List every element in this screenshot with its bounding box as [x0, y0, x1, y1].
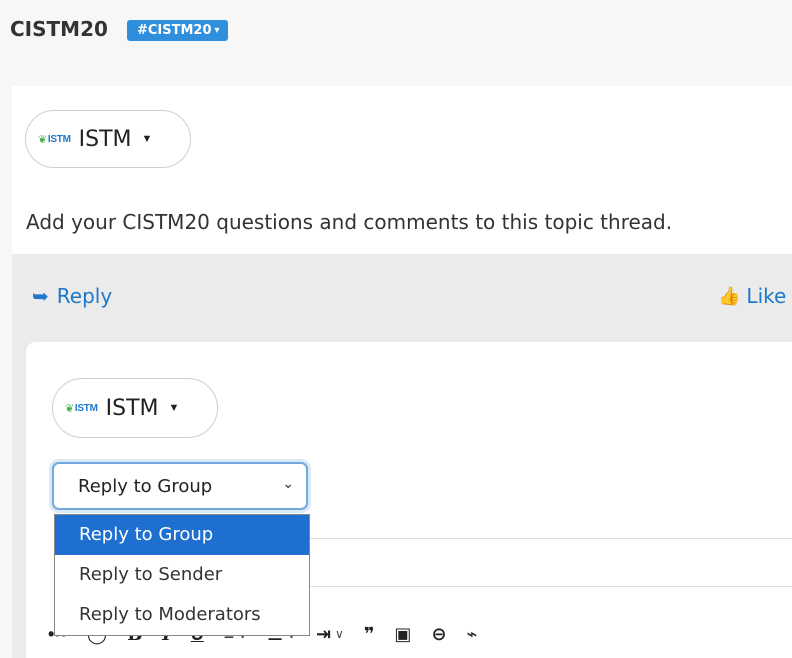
link-icon[interactable]: ⊖ [431, 624, 446, 645]
like-label: Like [746, 284, 787, 308]
field-divider [308, 538, 792, 539]
reply-to-dropdown: Reply to Group Reply to Sender Reply to … [54, 514, 310, 636]
page-title: CISTM20 [10, 17, 108, 41]
quote-icon[interactable]: ❞ [364, 624, 375, 645]
sprout-icon: ❦ [38, 133, 47, 146]
indent-icon: ⇥ [315, 623, 332, 644]
like-button[interactable]: 👍 Like [718, 284, 786, 308]
reply-label: Reply [56, 284, 113, 308]
caret-down-icon: ▼ [168, 402, 180, 414]
topic-tag-button[interactable]: #CISTM20 ▾ [127, 20, 228, 41]
author-name: ISTM [78, 126, 132, 152]
option-reply-to-moderators[interactable]: Reply to Moderators [55, 595, 309, 635]
indent-button[interactable]: ⇥ ∨ [316, 624, 344, 645]
composer-author-button[interactable]: ❦ ISTM ISTM ▼ [52, 378, 218, 438]
istm-logo: ❦ ISTM [38, 133, 71, 146]
reply-to-select[interactable]: Reply to Group ⌄ [52, 462, 308, 510]
logo-text: ISTM [47, 133, 71, 145]
logo-text: ISTM [74, 402, 98, 414]
reply-button[interactable]: ➥ Reply [32, 284, 112, 308]
field-divider [308, 586, 792, 587]
reply-arrow-icon: ➥ [32, 284, 49, 308]
author-button[interactable]: ❦ ISTM ISTM ▼ [25, 110, 191, 168]
image-icon[interactable]: ▣ [394, 624, 411, 645]
author-name: ISTM [105, 395, 159, 421]
chevron-down-icon: ∨ [335, 627, 344, 641]
paperclip-icon[interactable]: ⌁ [467, 624, 478, 645]
post-body: Add your CISTM20 questions and comments … [26, 210, 673, 234]
sprout-icon: ❦ [65, 402, 74, 415]
reply-to-selected-value: Reply to Group [78, 475, 213, 497]
chevron-down-icon: ⌄ [282, 476, 294, 492]
tag-label: #CISTM20 [137, 23, 212, 38]
option-reply-to-sender[interactable]: Reply to Sender [55, 555, 309, 595]
option-reply-to-group[interactable]: Reply to Group [55, 515, 309, 555]
thumbs-up-icon: 👍 [718, 285, 741, 307]
topic-header: CISTM20 #CISTM20 ▾ [0, 0, 792, 62]
caret-down-icon: ▼ [141, 133, 153, 145]
istm-logo: ❦ ISTM [65, 402, 98, 415]
caret-down-icon: ▾ [214, 25, 220, 36]
